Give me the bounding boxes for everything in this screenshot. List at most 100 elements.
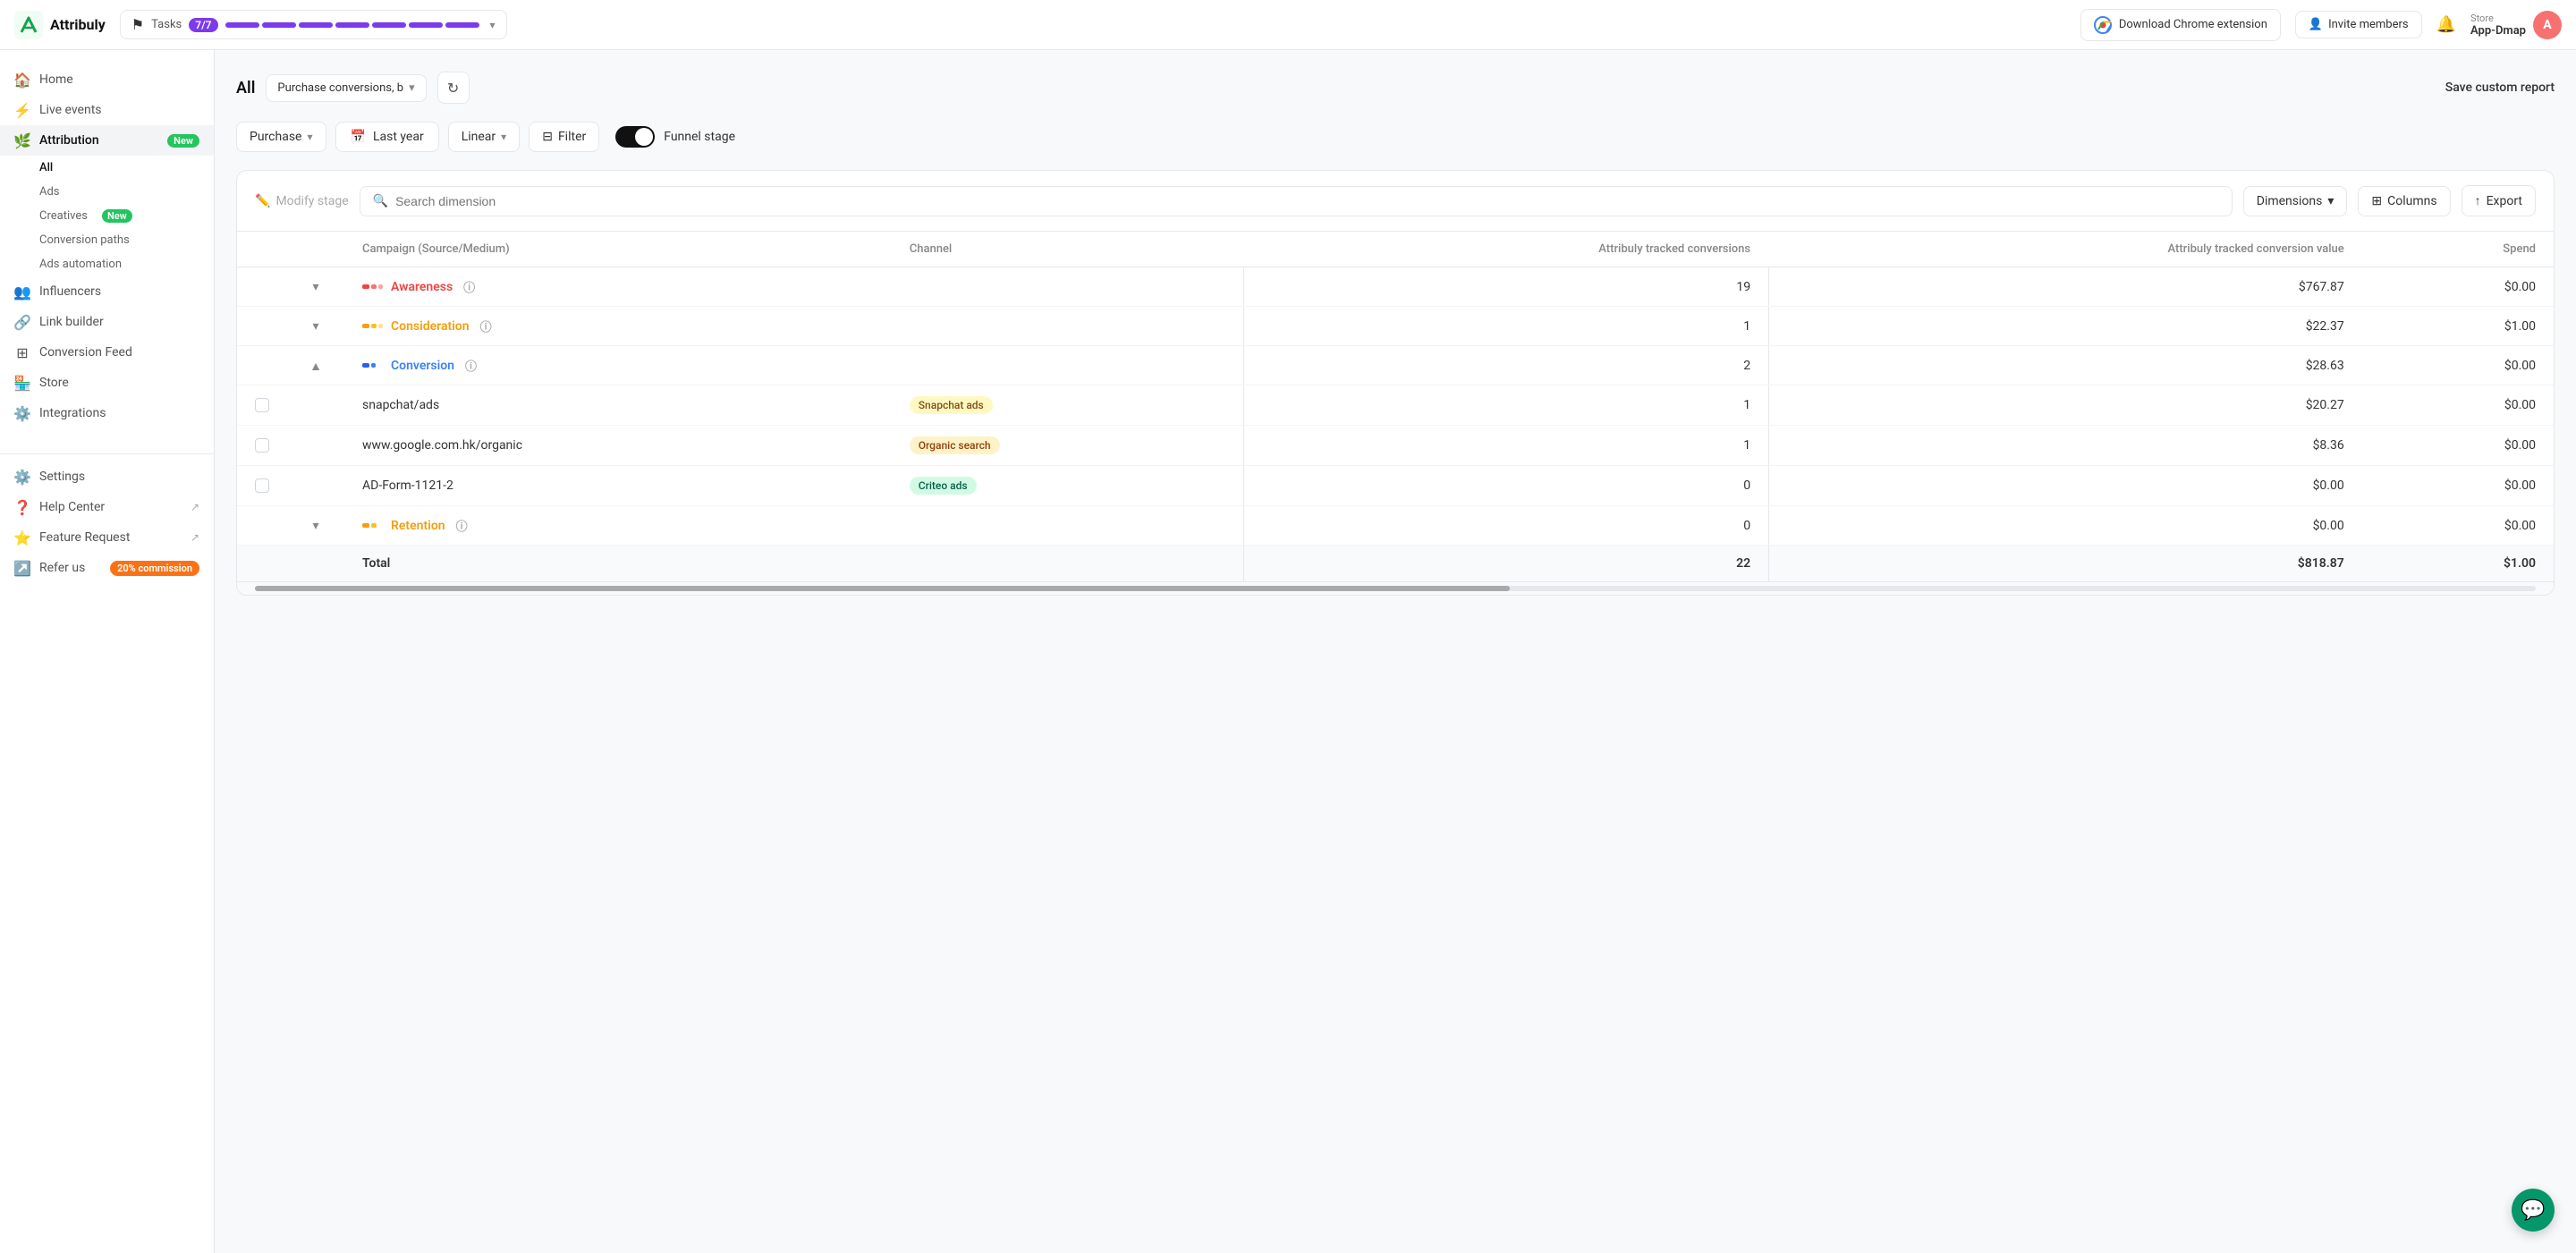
invite-members-button[interactable]: 👤 Invite members [2295, 11, 2422, 38]
avatar[interactable]: A [2533, 11, 2562, 39]
attribution-filter-dropdown[interactable]: Linear ▾ [448, 122, 521, 152]
conversion-expand-button[interactable]: ▲ [305, 359, 326, 373]
awareness-info-icon[interactable]: ⓘ [463, 278, 475, 295]
refresh-button[interactable]: ↻ [437, 72, 470, 104]
modify-stage-button[interactable]: ✏️ Modify stage [255, 194, 349, 208]
sidebar-sub-item-ads[interactable]: Ads [0, 180, 214, 204]
sidebar-item-link-builder[interactable]: 🔗 Link builder [0, 307, 214, 337]
chat-bubble-button[interactable]: 💬 [2512, 1189, 2555, 1232]
sidebar-item-live-events[interactable]: ⚡ Live events [0, 95, 214, 125]
sub1-checkbox[interactable] [255, 398, 269, 412]
sidebar-item-settings[interactable]: ⚙️ Settings [0, 461, 214, 492]
content-header: All Purchase conversions, b ▾ ↻ Save cus… [236, 72, 2555, 104]
td-sub1-channel: Snapchat ads [892, 385, 1243, 426]
search-box: 🔍 [360, 186, 2233, 216]
sidebar-settings-label: Settings [39, 470, 85, 484]
columns-button[interactable]: ⊞ Columns [2358, 186, 2450, 216]
td-awareness-channel [892, 267, 1243, 307]
sidebar-item-feature-request[interactable]: ⭐ Feature Request ↗ [0, 522, 214, 553]
td-sub3-checkbox[interactable] [237, 466, 287, 506]
sidebar-item-home[interactable]: 🏠 Home [0, 64, 214, 95]
td-awareness-conversions: 19 [1244, 267, 1768, 307]
export-button[interactable]: ↑ Export [2462, 185, 2536, 216]
consideration-expand-button[interactable]: ▾ [305, 318, 326, 334]
th-spend: Spend [2362, 232, 2554, 267]
consideration-info-icon[interactable]: ⓘ [480, 317, 492, 334]
td-sub2-conversions[interactable]: 1 [1244, 426, 1768, 466]
td-sub1-conversions[interactable]: 1 [1244, 385, 1768, 426]
attribution-badge: New [167, 134, 199, 148]
sidebar-item-store[interactable]: 🏪 Store [0, 368, 214, 398]
tasks-badge: 7/7 [189, 18, 217, 32]
sidebar-sub-item-all[interactable]: All [0, 156, 214, 180]
date-filter-dropdown[interactable]: 📅 Last year [335, 122, 439, 152]
sidebar-attribution-label: Attribution [39, 133, 99, 148]
td-sub1-checkbox[interactable] [237, 385, 287, 426]
sidebar-item-refer-us[interactable]: ↗️ Refer us 20% commission [0, 553, 214, 583]
td-sub1-conv-value: $20.27 [1769, 385, 2362, 426]
td-sub1-spend: $0.00 [2362, 385, 2554, 426]
sidebar-item-help-center[interactable]: ❓ Help Center ↗ [0, 492, 214, 522]
table-scrollbar[interactable] [237, 581, 2554, 595]
td-sub2-conv-value: $8.36 [1769, 426, 2362, 466]
th-conv-value: Attribuly tracked conversion value [1769, 232, 2362, 267]
search-input[interactable] [395, 194, 2219, 208]
td-retention-expand[interactable]: ▾ [287, 506, 344, 546]
td-retention-channel [892, 506, 1243, 546]
store-name: App-Dmap [2470, 24, 2526, 38]
td-sub2-channel: Organic search [892, 426, 1243, 466]
dimensions-button[interactable]: Dimensions ▾ [2243, 186, 2348, 216]
sidebar-conversion-feed-label: Conversion Feed [39, 345, 132, 360]
retention-expand-button[interactable]: ▾ [305, 518, 326, 533]
sidebar-item-integrations[interactable]: ⚙️ Integrations [0, 398, 214, 428]
td-consideration-channel [892, 307, 1243, 346]
td-sub2-checkbox[interactable] [237, 426, 287, 466]
total-row: Total 22 $818.87 $1.00 [237, 546, 2554, 582]
sidebar-item-influencers[interactable]: 👥 Influencers [0, 276, 214, 307]
filter-button[interactable]: ⊟ Filter [529, 122, 599, 152]
td-sub2-spend: $0.00 [2362, 426, 2554, 466]
funnel-stage-toggle[interactable] [615, 126, 655, 148]
conversion-filter-dropdown[interactable]: Purchase ▾ [236, 122, 326, 152]
awareness-expand-button[interactable]: ▾ [305, 279, 326, 294]
sidebar-feature-label: Feature Request [39, 530, 130, 545]
sidebar-sub-item-creatives[interactable]: Creatives New [0, 204, 214, 228]
sub2-checkbox[interactable] [255, 438, 269, 453]
td-consideration-expand[interactable]: ▾ [287, 307, 344, 346]
sub3-checkbox[interactable] [255, 478, 269, 493]
td-sub3-conversions[interactable]: 0 [1244, 466, 1768, 506]
creatives-sub-label: Creatives [39, 209, 88, 223]
tasks-area[interactable]: ⚑ Tasks 7/7 ▾ [120, 10, 507, 39]
filters-bar: Purchase ▾ 📅 Last year Linear ▾ ⊟ Filter [236, 122, 2555, 152]
td-conversion-spend: $0.00 [2362, 346, 2554, 385]
columns-icon: ⊞ [2371, 194, 2382, 208]
td-conversion-expand[interactable]: ▲ [287, 346, 344, 385]
td-conversion-name: Conversion ⓘ [344, 346, 892, 385]
table-container: ✏️ Modify stage 🔍 Dimensions ▾ ⊞ Columns [236, 170, 2555, 596]
logo[interactable]: Attribuly [14, 11, 106, 39]
tasks-label: Tasks [151, 18, 182, 31]
store-icon: 🏪 [14, 375, 30, 391]
feature-icon: ⭐ [14, 529, 30, 546]
td-total-conv-value: $818.87 [1769, 546, 2362, 582]
retention-info-icon[interactable]: ⓘ [456, 517, 468, 534]
sidebar-item-conversion-feed[interactable]: ⊞ Conversion Feed [0, 337, 214, 368]
td-awareness-expand[interactable]: ▾ [287, 267, 344, 307]
creatives-badge: New [102, 209, 132, 223]
attribution-icon: 🌿 [14, 132, 30, 148]
td-conversion-checkbox [237, 346, 287, 385]
funnel-stage-toggle-wrap: Funnel stage [615, 126, 735, 148]
conversion-info-icon[interactable]: ⓘ [465, 357, 477, 374]
sidebar-item-attribution[interactable]: 🌿 Attribution New [0, 125, 214, 156]
stage-row-awareness: ▾ Awareness [237, 267, 2554, 307]
td-retention-name: Retention ⓘ [344, 506, 892, 546]
save-custom-report-button[interactable]: Save custom report [2445, 80, 2555, 95]
chrome-extension-button[interactable]: Download Chrome extension [2080, 9, 2281, 41]
settings-icon: ⚙️ [14, 469, 30, 485]
report-select-dropdown[interactable]: Purchase conversions, b ▾ [266, 74, 426, 102]
sidebar-sub-item-conversion-paths[interactable]: Conversion paths [0, 228, 214, 252]
table-scroll-area[interactable]: Campaign (Source/Medium) Channel Attribu… [237, 232, 2554, 581]
tasks-progress [225, 22, 479, 28]
notifications-button[interactable]: 🔔 [2436, 15, 2456, 34]
sidebar-sub-item-ads-automation[interactable]: Ads automation [0, 252, 214, 276]
